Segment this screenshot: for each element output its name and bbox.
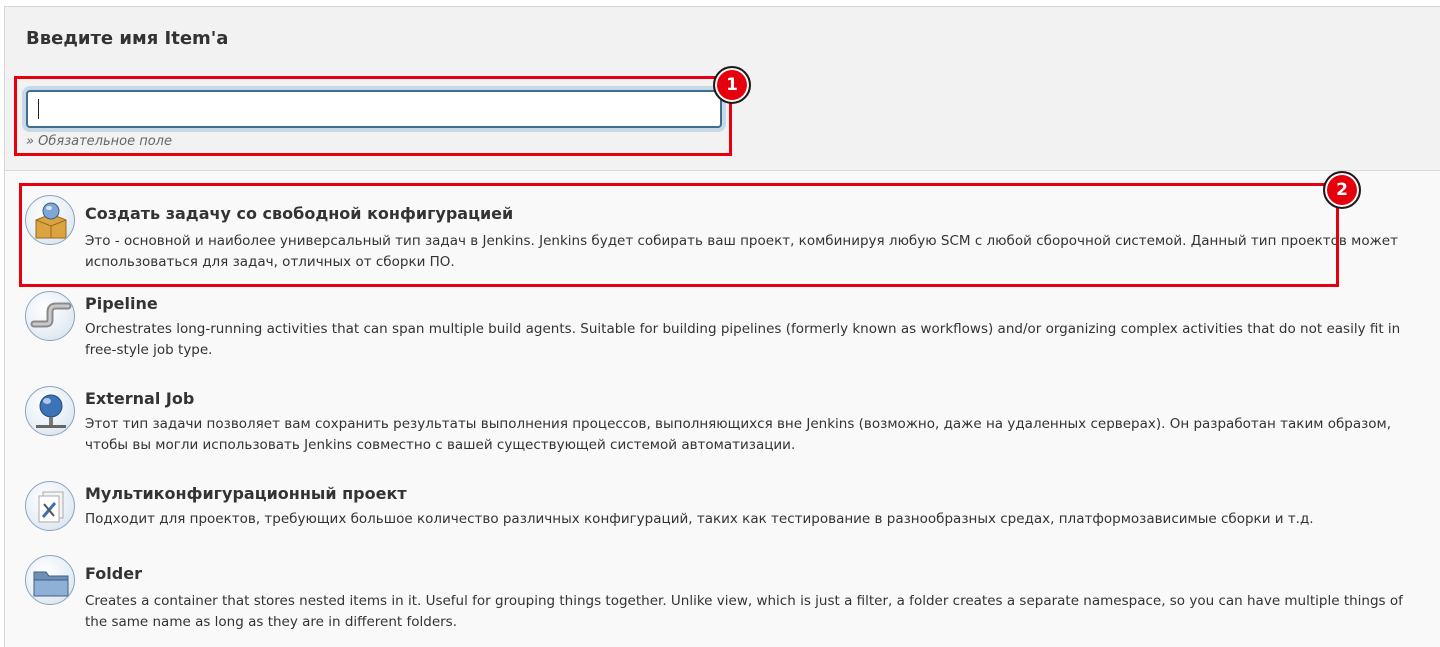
folder-icon xyxy=(25,555,75,605)
annotation-badge-2: 2 xyxy=(1323,171,1361,209)
item-type-external-job[interactable]: External Job Этот тип задачи позволяет в… xyxy=(25,386,1435,456)
item-title: External Job xyxy=(85,389,195,408)
pipeline-icon xyxy=(25,291,75,341)
item-type-folder[interactable]: Folder Creates a container that stores n… xyxy=(25,555,1435,630)
annotation-badge-1: 1 xyxy=(713,66,751,104)
item-description: Подходит для проектов, требующих большое… xyxy=(85,511,1314,527)
annotation-box-1 xyxy=(14,76,732,156)
item-title: Pipeline xyxy=(85,294,158,313)
page-title: Введите имя Item'a xyxy=(26,28,229,49)
item-description: Creates a container that stores nested i… xyxy=(85,593,1403,630)
item-type-multi-configuration[interactable]: Мультиконфигурационный проект Подходит д… xyxy=(25,481,1435,541)
item-title: Folder xyxy=(85,564,142,583)
item-description: Этот тип задачи позволяет вам сохранить … xyxy=(85,416,1392,453)
multi-configuration-project-icon xyxy=(25,481,75,531)
item-type-pipeline[interactable]: Pipeline Orchestrates long-running activ… xyxy=(25,291,1435,361)
annotation-box-2 xyxy=(19,183,1339,287)
item-title: Мультиконфигурационный проект xyxy=(85,484,407,503)
item-description: Orchestrates long-running activities tha… xyxy=(85,321,1401,358)
external-job-icon xyxy=(25,386,75,436)
